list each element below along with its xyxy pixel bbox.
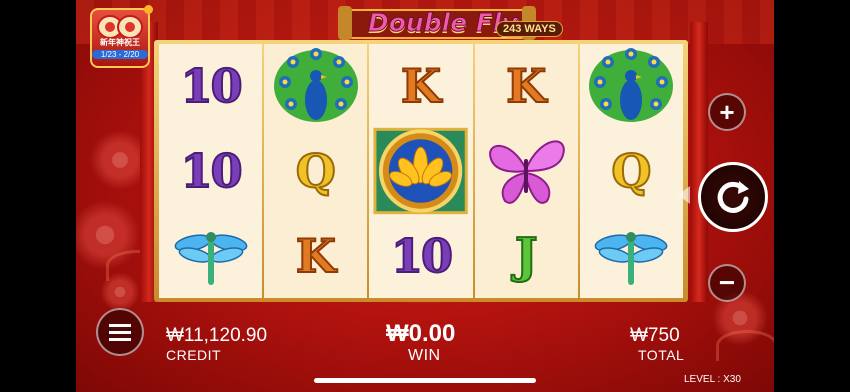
hamburger-icon [109,324,131,341]
symbol-10: 10 [180,143,244,199]
increase-bet-button[interactable]: + [708,93,746,131]
spin-button[interactable] [698,162,768,232]
game-stage: 新年神祝王 1/23 - 2/20 Double Fly 243 WAYS 10… [76,0,774,392]
reel-3: K 10 [369,44,473,298]
minus-icon: − [718,267,736,298]
total-label: TOTAL [638,347,685,363]
symbol-k: K [400,58,442,114]
symbol-k: K [505,58,547,114]
refresh-icon [717,181,749,213]
right-curtain [690,22,708,302]
win-amount: ₩0.00 [386,320,456,347]
game-title: Double Fly [368,8,519,38]
dragonfly-icon [174,231,248,285]
symbol-k: K [295,228,337,284]
win-label: WIN [408,347,441,364]
dragonfly-icon [594,231,668,285]
reel-grid: 10 10 Q K K 10 K J Q [159,44,684,298]
symbol-j: J [514,227,539,285]
bet-panel-arrow-icon[interactable] [678,186,690,204]
reel-1: 10 10 [159,44,263,298]
butterfly-icon [489,140,566,204]
lotus-icon [373,127,469,215]
credit-amount: ₩11,120.90 [166,325,268,346]
cloud-decoration [716,330,774,361]
home-indicator[interactable] [314,378,536,383]
notification-dot [144,5,153,14]
ways-badge: 243 WAYS [496,21,563,37]
peacock-icon [589,48,674,123]
total-bet-amount: ₩750 [630,325,680,346]
promo-dates: 1/23 - 2/20 [92,50,148,59]
level-indicator: LEVEL : X30 [684,374,741,385]
symbol-butterfly [475,129,578,214]
symbol-dragonfly [580,213,683,298]
reel-4: K J [474,44,578,298]
credit-label: CREDIT [166,347,222,363]
reel-2: Q K [264,44,368,298]
reel-5: Q [579,44,684,298]
symbol-peacock [264,44,367,129]
symbol-dragonfly [159,213,262,298]
decrease-bet-button[interactable]: − [708,264,746,302]
symbol-lotus [369,127,472,215]
peacock-icon [273,48,358,123]
symbol-10: 10 [390,228,454,284]
symbol-10: 10 [180,58,244,114]
promo-title: 新年神祝王 [100,38,140,47]
symbol-q: Q [295,143,337,199]
symbol-q: Q [610,143,652,199]
plus-icon: + [719,96,735,127]
symbol-peacock [580,44,683,129]
menu-button[interactable] [96,308,144,356]
